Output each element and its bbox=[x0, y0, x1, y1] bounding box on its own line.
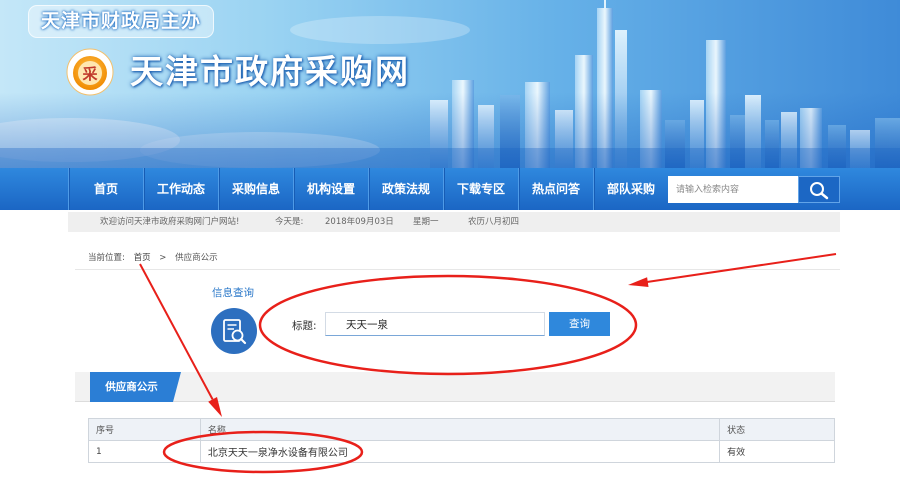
breadcrumb-separator: > bbox=[159, 253, 167, 263]
breadcrumb: 当前位置: 首页 > 供应商公示 bbox=[88, 252, 224, 264]
table-cell-status: 有效 bbox=[719, 440, 835, 463]
table-row[interactable]: 1 北京天天一泉净水设备有限公司 有效 bbox=[88, 440, 835, 463]
title-search-input[interactable] bbox=[325, 312, 545, 336]
table-cell-index: 1 bbox=[88, 440, 201, 463]
nav-item-home[interactable]: 首页 bbox=[68, 168, 143, 210]
header-banner: 天津市财政局主办 采 天津市政府采购网 bbox=[0, 0, 900, 168]
tab-bar: 供应商公示 bbox=[75, 372, 835, 402]
title-field-label: 标题: bbox=[292, 320, 317, 332]
tab-supplier-notice[interactable]: 供应商公示 bbox=[90, 372, 181, 402]
info-bar: 欢迎访问天津市政府采购网门户网站! 今天是: 2018年09月03日 星期一 农… bbox=[68, 212, 840, 232]
breadcrumb-label: 当前位置: bbox=[88, 253, 125, 263]
site-search-input[interactable] bbox=[668, 176, 798, 203]
nav-item-procurement-info[interactable]: 采购信息 bbox=[218, 168, 293, 210]
divider bbox=[75, 269, 840, 270]
today-label: 今天是: bbox=[275, 217, 304, 227]
welcome-text: 欢迎访问天津市政府采购网门户网站! bbox=[100, 217, 240, 227]
current-date: 2018年09月03日 bbox=[325, 217, 394, 227]
nav-item-faq[interactable]: 热点问答 bbox=[518, 168, 593, 210]
organizer-badge: 天津市财政局主办 bbox=[28, 5, 214, 38]
search-icon bbox=[810, 181, 829, 199]
query-button[interactable]: 查询 bbox=[549, 312, 610, 336]
document-search-icon bbox=[211, 308, 257, 354]
annotation-arrow-to-query-form bbox=[628, 253, 837, 287]
table-header-cell-name: 名称 bbox=[199, 418, 721, 441]
nav-item-policies[interactable]: 政策法规 bbox=[368, 168, 443, 210]
weekday: 星期一 bbox=[413, 217, 439, 227]
nav-item-military-procurement[interactable]: 部队采购 bbox=[593, 168, 668, 210]
lunar-date: 农历八月初四 bbox=[468, 217, 520, 227]
results-table: 序号 名称 状态 1 北京天天一泉净水设备有限公司 有效 bbox=[88, 418, 835, 463]
table-cell-name-link[interactable]: 北京天天一泉净水设备有限公司 bbox=[199, 440, 721, 463]
table-header-cell-status: 状态 bbox=[719, 418, 835, 441]
query-heading: 信息查询 bbox=[212, 287, 254, 299]
svg-text:采: 采 bbox=[81, 65, 98, 83]
site-title: 天津市政府采购网 bbox=[130, 52, 410, 91]
breadcrumb-home-link[interactable]: 首页 bbox=[134, 253, 151, 263]
nav-item-work-news[interactable]: 工作动态 bbox=[143, 168, 218, 210]
nav-item-downloads[interactable]: 下载专区 bbox=[443, 168, 518, 210]
table-header-row: 序号 名称 状态 bbox=[88, 418, 835, 441]
nav-item-organization[interactable]: 机构设置 bbox=[293, 168, 368, 210]
table-header-cell-index: 序号 bbox=[88, 418, 201, 441]
site-logo: 采 bbox=[66, 48, 114, 96]
breadcrumb-current: 供应商公示 bbox=[175, 253, 218, 263]
site-search-button[interactable] bbox=[798, 176, 840, 203]
